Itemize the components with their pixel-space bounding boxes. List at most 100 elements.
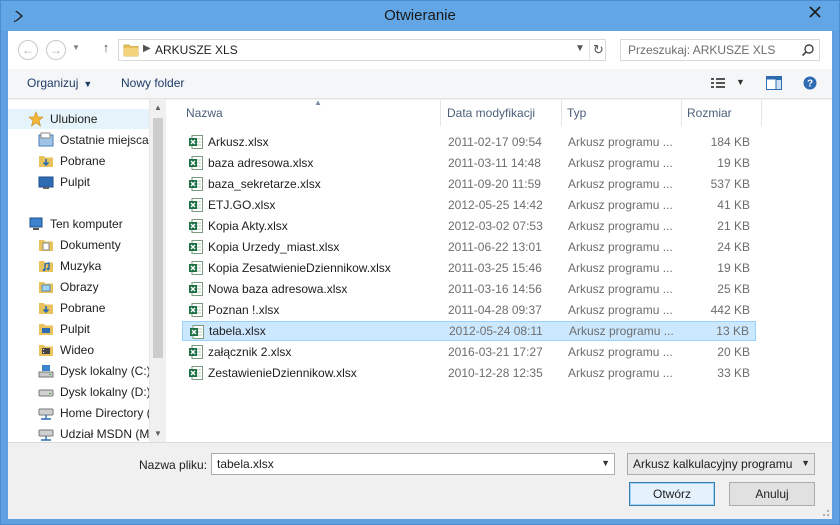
excel-file-icon [188, 239, 204, 255]
view-list-icon [711, 78, 725, 88]
file-name: baza_sekretarze.xlsx [208, 177, 321, 191]
file-row[interactable]: ETJ.GO.xlsx 2012-05-25 14:42 Arkusz progra… [182, 195, 756, 215]
nav-item-label: Muzyka [60, 259, 102, 273]
nav-item-drive-c[interactable]: Dysk lokalny (C:) [38, 361, 158, 381]
file-row[interactable]: Arkusz.xlsx 2011-02-17 09:54 Arkusz progra… [182, 132, 756, 152]
nav-item-drive-d[interactable]: Dysk lokalny (D:) [38, 382, 158, 402]
file-name: załącznik 2.xlsx [208, 345, 292, 359]
file-size: 184 KB [710, 135, 750, 149]
file-size: 13 KB [716, 324, 749, 338]
open-button[interactable]: Otwórz [629, 482, 715, 506]
file-date: 2010-12-28 12:35 [448, 366, 543, 380]
filename-input[interactable]: tabela.xlsx ▼ [211, 453, 615, 475]
file-row[interactable]: ZestawienieDziennikow.xlsx 2010-12-28 12:… [182, 363, 756, 383]
file-row[interactable]: Nowa baza adresowa.xlsx 2011-03-16 14:56 A… [182, 279, 756, 299]
recent-locations-chevron-icon[interactable]: ▼ [72, 43, 80, 52]
filetype-select[interactable]: Arkusz kalkulacyjny programu M ▼ [627, 453, 815, 475]
file-row[interactable]: Poznan !.xlsx 2011-04-28 09:37 Arkusz prog… [182, 300, 756, 320]
videos-folder-icon [38, 342, 54, 358]
nav-scrollbar[interactable]: ▲ ▼ [149, 100, 165, 442]
nav-item-label: Wideo [60, 343, 95, 357]
scroll-up-arrow-icon[interactable]: ▲ [150, 100, 165, 116]
chevron-down-icon: ▼ [83, 79, 93, 89]
nav-item-desktop-pc[interactable]: Pulpit [38, 319, 158, 339]
file-date: 2011-06-22 13:01 [448, 240, 542, 254]
nav-item-home-directory[interactable]: Home Directory ( [38, 403, 158, 423]
nav-favorites[interactable]: Ulubione [8, 109, 149, 129]
file-row[interactable]: Kopia Urzedy_miast.xlsx 2011-06-22 13:01 A… [182, 237, 756, 257]
forward-button[interactable]: → [46, 40, 66, 60]
close-button[interactable] [803, 2, 827, 22]
nav-item-documents[interactable]: Dokumenty [38, 235, 158, 255]
excel-file-icon [188, 134, 204, 150]
new-folder-button[interactable]: Nowy folder [121, 76, 184, 90]
scrollbar-thumb[interactable] [153, 118, 163, 358]
column-name[interactable]: Nazwa [186, 106, 223, 120]
nav-item-msdn[interactable]: Udział MSDN (M: [38, 424, 158, 442]
nav-item-pictures[interactable]: Obrazy [38, 277, 158, 297]
filename-value[interactable]: tabela.xlsx [217, 457, 274, 471]
column-size[interactable]: Rozmiar [687, 106, 732, 120]
column-divider[interactable] [440, 100, 441, 126]
file-row[interactable]: tabela.xlsx 2012-05-24 08:11 Arkusz progra… [182, 321, 756, 341]
refresh-button[interactable]: ↻ [589, 40, 607, 60]
search-icon[interactable] [801, 43, 815, 60]
column-divider[interactable] [681, 100, 682, 126]
navigation-pane: Ulubione Ostatnie miejsca Pobrane Pulpit… [8, 100, 165, 442]
file-row[interactable]: baza_sekretarze.xlsx 2011-09-20 11:59 Arku… [182, 174, 756, 194]
nav-item-desktop[interactable]: Pulpit [38, 172, 158, 192]
nav-this-pc[interactable]: Ten komputer [28, 214, 158, 234]
column-type[interactable]: Typ [567, 106, 586, 120]
organize-label: Organizuj [27, 76, 79, 90]
address-bar[interactable]: ▶ ARKUSZE XLS ▼ ↻ [118, 39, 606, 61]
file-name: Kopia Akty.xlsx [208, 219, 288, 233]
scroll-down-arrow-icon[interactable]: ▼ [150, 426, 165, 442]
up-button[interactable]: ↑ [98, 40, 114, 60]
file-row[interactable]: baza adresowa.xlsx 2011-03-11 14:48 Arkusz… [182, 153, 756, 173]
excel-file-icon [188, 302, 204, 318]
filename-label: Nazwa pliku: [139, 458, 208, 472]
file-row[interactable]: Kopia ZesatwienieDziennikow.xlsx 2011-03-… [182, 258, 756, 278]
nav-item-videos[interactable]: Wideo [38, 340, 158, 360]
file-size: 33 KB [717, 366, 750, 380]
star-icon [28, 111, 44, 127]
organize-button[interactable]: Organizuj ▼ [27, 76, 92, 90]
file-type: Arkusz programu ... [568, 261, 673, 275]
change-view-button[interactable]: ▼ [710, 75, 746, 93]
nav-item-recent-places[interactable]: Ostatnie miejsca [38, 130, 158, 150]
breadcrumb-current[interactable]: ARKUSZE XLS [155, 43, 238, 57]
file-list: ▲ Nazwa Data modyfikacji Typ Rozmiar Ark… [166, 98, 832, 442]
back-button[interactable]: ← [18, 40, 38, 60]
svg-text:?: ? [807, 79, 813, 90]
nav-this-pc-label: Ten komputer [50, 217, 123, 231]
excel-file-icon [188, 176, 204, 192]
recent-places-icon [38, 132, 54, 148]
cancel-button[interactable]: Anuluj [729, 482, 815, 506]
column-divider[interactable] [561, 100, 562, 126]
search-input[interactable]: Przeszukaj: ARKUSZE XLS [620, 39, 820, 61]
file-name: ZestawienieDziennikow.xlsx [208, 366, 357, 380]
nav-item-downloads-pc[interactable]: Pobrane [38, 298, 158, 318]
column-header: ▲ Nazwa Data modyfikacji Typ Rozmiar [166, 98, 832, 126]
file-size: 21 KB [717, 219, 750, 233]
file-name: tabela.xlsx [209, 324, 266, 338]
title-bar[interactable]: Otwieranie [1, 1, 839, 31]
address-dropdown-icon[interactable]: ▼ [575, 43, 585, 54]
nav-item-downloads[interactable]: Pobrane [38, 151, 158, 171]
file-date: 2011-03-16 14:56 [448, 282, 542, 296]
nav-item-label: Obrazy [60, 280, 99, 294]
nav-item-music[interactable]: Muzyka [38, 256, 158, 276]
dialog-body: ← → ▼ ↑ ▶ ARKUSZE XLS ▼ ↻ Przeszukaj: AR… [8, 31, 832, 519]
excel-file-icon [188, 344, 204, 360]
breadcrumb-chevron-icon[interactable]: ▶ [143, 43, 151, 54]
resize-grip-icon[interactable] [820, 507, 830, 517]
column-date[interactable]: Data modyfikacji [447, 106, 535, 120]
file-row[interactable]: Kopia Akty.xlsx 2012-03-02 07:53 Arkusz pr… [182, 216, 756, 236]
column-divider[interactable] [761, 100, 762, 126]
preview-pane-button[interactable] [766, 76, 782, 93]
excel-file-icon [189, 324, 205, 340]
file-row[interactable]: załącznik 2.xlsx 2016-03-21 17:27 Arkusz p… [182, 342, 756, 362]
chevron-down-icon[interactable]: ▼ [601, 458, 610, 468]
excel-file-icon [188, 260, 204, 276]
help-button[interactable]: ? [803, 76, 817, 93]
